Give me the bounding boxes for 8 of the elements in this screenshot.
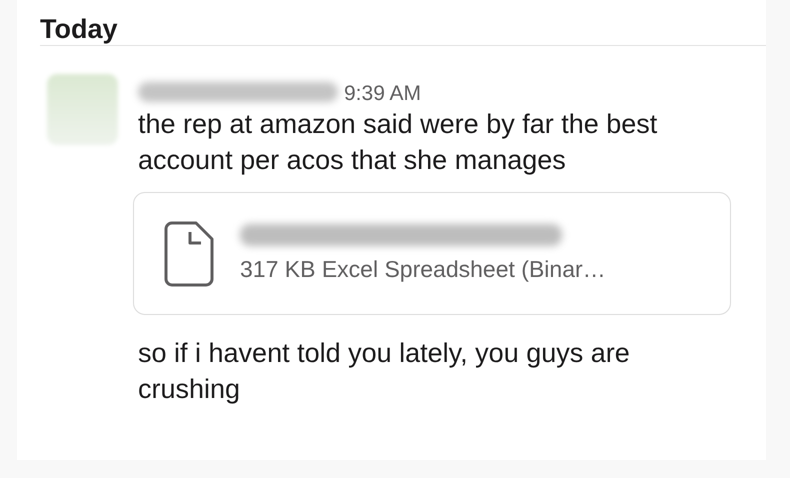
message-timestamp[interactable]: 9:39 AM <box>344 82 422 106</box>
document-icon <box>164 220 214 286</box>
avatar-placeholder <box>47 74 118 145</box>
file-attachment-card[interactable]: 317 KB Excel Spreadsheet (Binar… <box>133 192 731 315</box>
message-text: so if i havent told you lately, you guys are crushing <box>138 337 631 406</box>
file-details: 317 KB Excel Spreadsheet (Binar… <box>240 256 606 283</box>
day-divider-label: Today <box>40 14 118 45</box>
message-text: the rep at amazon said were by far the best account per acos that she manages <box>138 108 658 177</box>
